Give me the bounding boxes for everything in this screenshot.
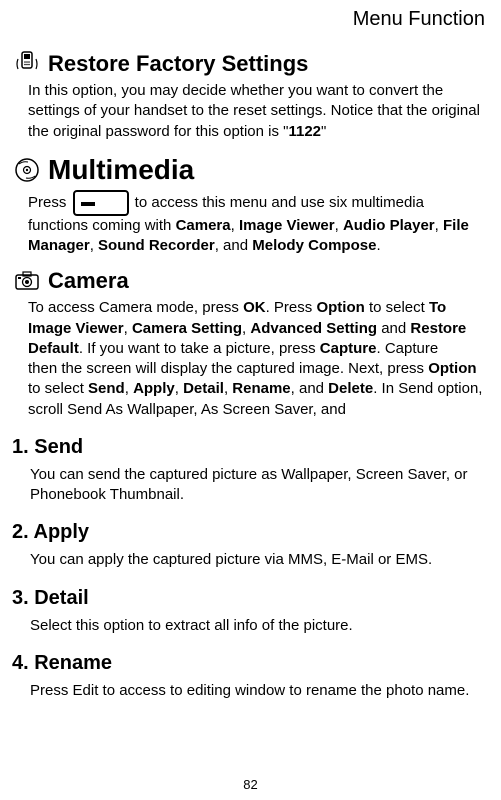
mm-c3: , — [435, 217, 443, 234]
mm-b3: Audio Player — [343, 217, 435, 234]
camera-body-2: then the screen will display the capture… — [28, 359, 485, 420]
mm-b6: Melody Compose — [252, 237, 376, 254]
restore-body-post: " — [321, 123, 326, 140]
cam-p2-b3: Apply — [133, 380, 175, 397]
cam-p2-b1: Option — [428, 360, 476, 377]
camera-body-1: To access Camera mode, press OK. Press O… — [28, 298, 485, 359]
mm-c6: . — [376, 237, 380, 254]
page-header: Menu Function — [10, 8, 491, 31]
camera-section: Camera To access Camera mode, press OK. … — [10, 268, 491, 420]
cam-p1-pre: To access Camera mode, press — [28, 299, 243, 316]
mm-c5: , and — [215, 237, 253, 254]
apply-item: 2. Apply You can apply the captured pict… — [10, 521, 491, 570]
cam-p1-mid1: . Press — [266, 299, 317, 316]
cam-p1-end: . Capture — [376, 340, 438, 357]
cam-p2-c5: , and — [291, 380, 329, 397]
cam-p1-b1: OK — [243, 299, 266, 316]
restore-section: Restore Factory Settings In this option,… — [10, 51, 491, 142]
cam-p1-b4: Camera Setting — [132, 320, 242, 337]
cam-p1-mid2: to select — [365, 299, 429, 316]
rename-heading: 4. Rename — [12, 652, 491, 675]
rename-body: Press Edit to access to editing window t… — [30, 681, 487, 701]
detail-item: 3. Detail Select this option to extract … — [10, 587, 491, 636]
detail-heading: 3. Detail — [12, 587, 491, 610]
cam-p2-b2: Send — [88, 380, 125, 397]
page-number: 82 — [0, 777, 501, 792]
apply-heading: 2. Apply — [12, 521, 491, 544]
mm-c2: , — [335, 217, 343, 234]
mm-b2: Image Viewer — [239, 217, 335, 234]
restore-title: Restore Factory Settings — [48, 51, 308, 77]
cam-p2-mid1: to select — [28, 380, 88, 397]
menu-key-icon — [73, 190, 129, 216]
rename-item: 4. Rename Press Edit to access to editin… — [10, 652, 491, 701]
phone-icon — [14, 51, 40, 77]
camera-heading: Camera — [14, 268, 491, 294]
restore-password: 1122 — [288, 123, 321, 140]
send-heading: 1. Send — [12, 436, 491, 459]
multimedia-section: Multimedia Press to access this menu and… — [10, 154, 491, 257]
camera-title: Camera — [48, 268, 129, 294]
mm-c1: , — [231, 217, 239, 234]
mm-c4: , — [90, 237, 98, 254]
cam-p2-pre: then the screen will display the capture… — [28, 360, 428, 377]
cam-p1-b2: Option — [316, 299, 364, 316]
restore-body-pre: In this option, you may decide whether y… — [28, 82, 480, 140]
send-item: 1. Send You can send the captured pictur… — [10, 436, 491, 506]
cam-p2-c3: , — [175, 380, 183, 397]
cam-p1-b7: Capture — [320, 340, 377, 357]
multimedia-heading: Multimedia — [14, 154, 491, 186]
apply-body: You can apply the captured picture via M… — [30, 550, 487, 570]
mm-b5: Sound Recorder — [98, 237, 215, 254]
restore-body: In this option, you may decide whether y… — [28, 81, 485, 142]
detail-body: Select this option to extract all info o… — [30, 616, 487, 636]
cam-p2-b4: Detail — [183, 380, 224, 397]
camera-icon — [14, 268, 40, 294]
disc-icon — [14, 157, 40, 183]
cam-p1-b5: Advanced Setting — [250, 320, 377, 337]
mm-b1: Camera — [176, 217, 231, 234]
cam-p1-mid3: . If you want to take a picture, press — [79, 340, 320, 357]
cam-p1-c3: , — [124, 320, 132, 337]
cam-p2-b5: Rename — [232, 380, 290, 397]
cam-p2-b6: Delete — [328, 380, 373, 397]
multimedia-body: Press to access this menu and use six mu… — [28, 190, 485, 257]
cam-p1-c5: and — [377, 320, 410, 337]
restore-heading: Restore Factory Settings — [14, 51, 491, 77]
cam-p2-c2: , — [125, 380, 133, 397]
multimedia-title: Multimedia — [48, 154, 194, 186]
send-body: You can send the captured picture as Wal… — [30, 465, 487, 506]
mm-pre: Press — [28, 194, 71, 211]
